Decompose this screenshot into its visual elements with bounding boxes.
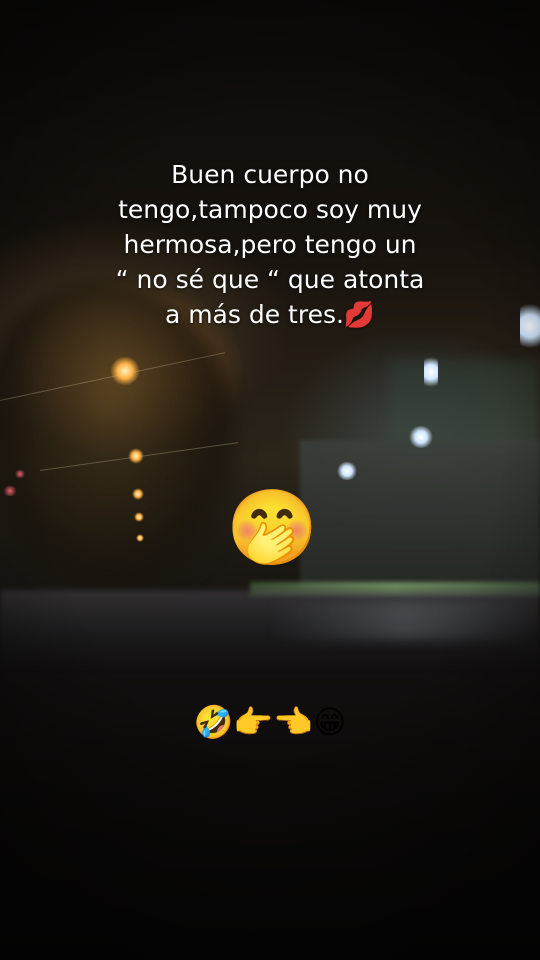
streetlight bbox=[424, 352, 438, 392]
streetlight bbox=[134, 512, 144, 522]
streetlight bbox=[336, 462, 358, 480]
road-reflection bbox=[270, 600, 540, 640]
streetlight bbox=[110, 356, 140, 386]
streetlight bbox=[520, 296, 540, 356]
emoji-row: 🤣👉👈😁 bbox=[193, 703, 347, 741]
caption-line: a más de tres.💋 bbox=[164, 300, 376, 329]
caption-text: Buen cuerpo no tengo,tampoco soy muy her… bbox=[60, 157, 480, 332]
night-street-photo: Buen cuerpo no tengo,tampoco soy muy her… bbox=[0, 0, 540, 960]
caption-line: Buen cuerpo no bbox=[171, 160, 369, 189]
caption-line: hermosa,pero tengo un bbox=[123, 230, 417, 259]
car-taillight bbox=[2, 486, 18, 496]
streetlight bbox=[408, 426, 434, 448]
building bbox=[300, 440, 540, 590]
streetlight bbox=[128, 448, 144, 464]
face-with-hand-over-mouth-icon: 🤭 bbox=[226, 485, 319, 571]
streetlight bbox=[136, 534, 144, 542]
caption-line: tengo,tampoco soy muy bbox=[118, 195, 422, 224]
streetlight bbox=[132, 488, 144, 500]
car-taillight bbox=[14, 470, 26, 478]
caption-line: “ no sé que “ que atonta bbox=[115, 265, 425, 294]
